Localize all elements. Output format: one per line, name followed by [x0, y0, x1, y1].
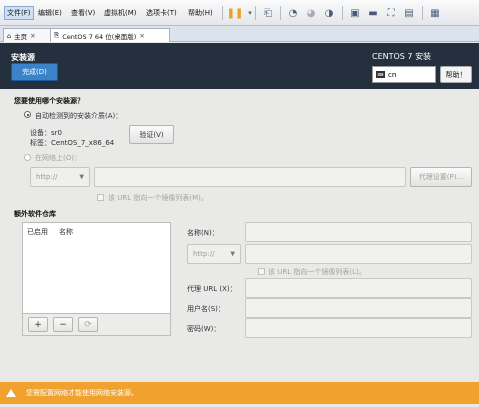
snapshot-icon[interactable]: ◔	[285, 5, 301, 21]
done-button[interactable]: 完成(D)	[11, 63, 58, 81]
verify-button[interactable]: 验证(V)	[129, 125, 174, 144]
mirror-list-label[interactable]: 该 URL 指向一个镜像列表(M)。	[108, 193, 208, 203]
repos-section-title: 额外软件仓库	[14, 210, 56, 218]
tab-label: CentOS 7 64 位(桌面版)	[62, 32, 137, 41]
repo-mirror-list-checkbox[interactable]	[258, 268, 265, 275]
source-question: 您要使用哪个安装源？	[14, 97, 84, 105]
network-url-input[interactable]	[94, 167, 406, 187]
warning-text: 您需配置网络才能使用网络安装源。	[26, 389, 138, 397]
chevron-down-icon: ▼	[230, 250, 235, 258]
repo-protocol-select[interactable]: http:// ▼	[187, 244, 241, 264]
keyboard-icon: ⌨	[376, 71, 385, 78]
repo-url-input[interactable]	[245, 244, 472, 264]
mirror-list-checkbox[interactable]	[97, 194, 104, 201]
auto-detected-label[interactable]: 自动检测到的安装介质(A)：	[35, 111, 122, 121]
proxy-url-label: 代理 URL (X)：	[187, 285, 237, 293]
warning-bar[interactable]: 您需配置网络才能使用网络安装源。	[0, 382, 479, 404]
proxy-settings-button[interactable]: 代理设置(P)...	[410, 167, 472, 187]
menu-file[interactable]: 文件(F)	[4, 6, 34, 20]
page-title: 安装源	[11, 53, 35, 62]
protocol-value: http://	[193, 250, 215, 258]
pause-icon[interactable]: ❚❚	[227, 5, 244, 21]
send-keys-icon[interactable]: ⎗	[260, 5, 276, 21]
add-repo-button[interactable]: +	[28, 317, 48, 332]
vm-tab-bar: ⌂ 主页 ✕ ⎘ CentOS 7 64 位(桌面版) ✕	[0, 26, 479, 42]
menu-vm[interactable]: 虚拟机(M)	[104, 8, 137, 18]
sidebar-toggle-icon[interactable]: ▣	[347, 5, 363, 21]
close-icon[interactable]: ✕	[139, 32, 144, 40]
username-label: 用户名(S)：	[187, 305, 225, 313]
column-header-name[interactable]: 名称	[59, 227, 73, 237]
menu-tabs[interactable]: 选项卡(T)	[146, 8, 177, 18]
vm-menubar: 文件(F) 编辑(E) 查看(V) 虚拟机(M) 选项卡(T) 帮助(H) ❚❚…	[0, 0, 479, 26]
username-input[interactable]	[245, 298, 472, 318]
menu-edit[interactable]: 编辑(E)	[38, 8, 62, 18]
close-icon[interactable]: ✕	[30, 32, 35, 40]
minus-icon: −	[59, 319, 67, 330]
column-header-enabled[interactable]: 已启用	[27, 227, 48, 237]
refresh-icon: ⟳	[84, 319, 92, 330]
plus-icon: +	[34, 319, 42, 330]
password-label: 密码(W)：	[187, 325, 221, 333]
network-radio[interactable]	[24, 154, 31, 161]
unity-icon[interactable]: ▤	[401, 5, 417, 21]
toolbar-separator	[342, 6, 343, 20]
chevron-down-icon: ▼	[79, 173, 84, 181]
auto-detected-radio[interactable]	[24, 111, 31, 118]
toolbar-separator	[280, 6, 281, 20]
remove-repo-button[interactable]: −	[53, 317, 73, 332]
refresh-repo-button[interactable]: ⟳	[78, 317, 98, 332]
toolbar-separator	[222, 6, 223, 20]
menu-help[interactable]: 帮助(H)	[188, 8, 213, 18]
protocol-value: http://	[36, 173, 58, 181]
repo-name-input[interactable]	[245, 222, 472, 242]
network-label[interactable]: 在网络上(O)：	[35, 153, 81, 163]
help-button[interactable]: 帮助！	[440, 66, 472, 83]
password-input[interactable]	[245, 318, 472, 338]
repo-toolbar: + − ⟳	[22, 314, 171, 336]
toolbar-separator	[255, 6, 256, 20]
snapshot-manager-icon[interactable]: ◑	[321, 5, 337, 21]
vm-icon: ⎘	[54, 31, 60, 39]
tab-centos[interactable]: ⎘ CentOS 7 64 位(桌面版) ✕	[50, 28, 170, 42]
repo-mirror-list-label[interactable]: 该 URL 指向一个镜像列表(L)。	[268, 267, 366, 277]
toolbar-separator	[422, 6, 423, 20]
repo-name-label: 名称(N)：	[187, 229, 219, 237]
tab-home[interactable]: ⌂ 主页 ✕	[3, 28, 54, 42]
keyboard-layout-value: cn	[388, 70, 397, 79]
thumbnail-icon[interactable]: ▬	[365, 5, 381, 21]
tab-label: 主页	[14, 32, 28, 41]
device-info: 设备：sr0	[30, 129, 62, 137]
label-info: 标签：CentOS_7_x86_64	[30, 139, 115, 147]
proxy-url-input[interactable]	[245, 278, 472, 298]
keyboard-layout-indicator[interactable]: ⌨ cn	[372, 66, 436, 83]
home-icon: ⌂	[7, 31, 12, 40]
network-protocol-select[interactable]: http:// ▼	[30, 167, 90, 187]
product-title: CENTOS 7 安装	[372, 52, 432, 61]
warning-icon	[6, 389, 16, 397]
fullscreen-icon[interactable]: ⛶	[383, 5, 399, 21]
repo-list[interactable]: 已启用 名称	[22, 222, 171, 314]
menu-view[interactable]: 查看(V)	[71, 8, 95, 18]
revert-snapshot-icon[interactable]: ◕	[303, 5, 319, 21]
console-view-icon[interactable]: ▦	[427, 5, 443, 21]
